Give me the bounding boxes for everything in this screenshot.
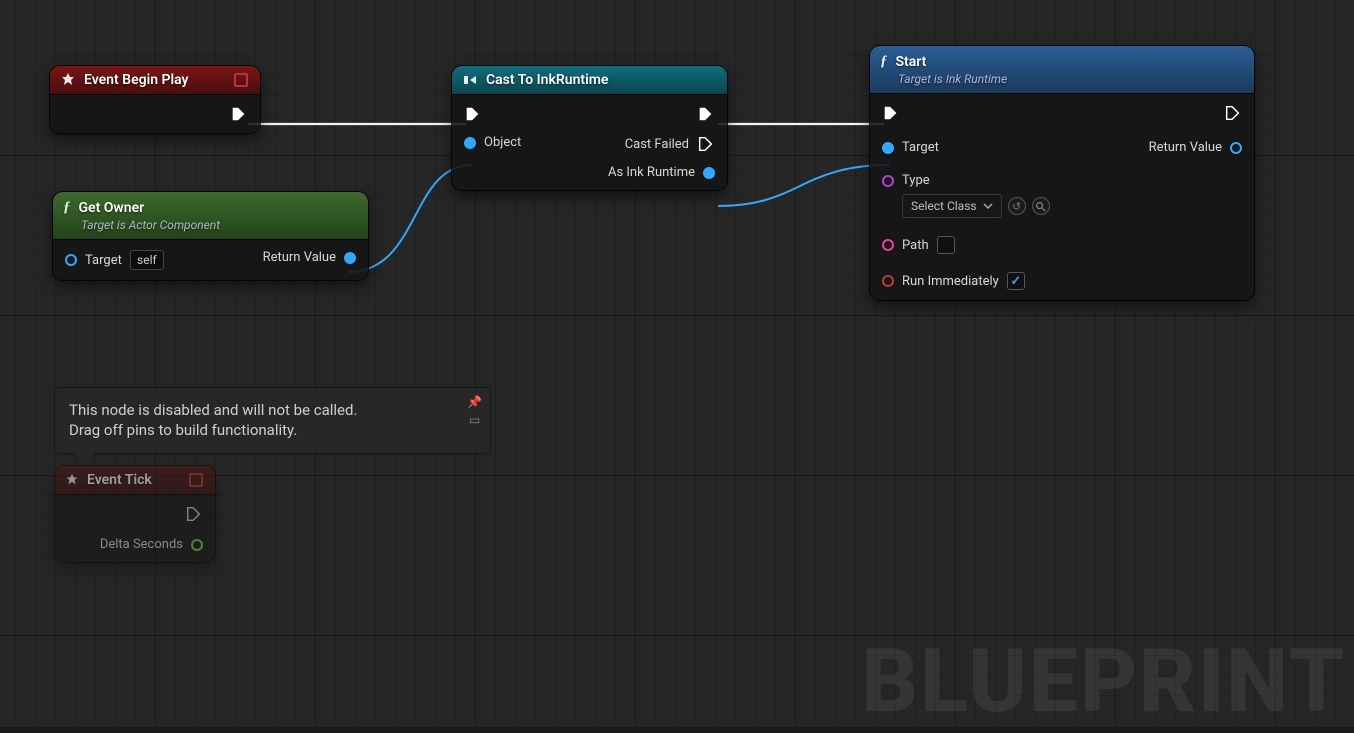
select-class-dropdown[interactable]: Select Class xyxy=(902,194,1002,218)
node-subtitle: Target is Ink Runtime xyxy=(898,72,1007,86)
pin-icon[interactable]: 📌 xyxy=(467,394,482,410)
node-title: Event Begin Play xyxy=(84,72,189,88)
pin-cast-failed[interactable]: Cast Failed xyxy=(625,135,715,153)
pin-target[interactable]: Target xyxy=(882,140,1050,155)
pin-type[interactable]: Type xyxy=(882,173,1050,188)
node-header: Event Tick xyxy=(55,466,215,495)
node-title: Start xyxy=(896,54,927,70)
path-input[interactable] xyxy=(937,236,955,254)
node-event-begin-play[interactable]: Event Begin Play xyxy=(50,66,260,133)
chevron-down-icon xyxy=(983,201,993,211)
node-header: ƒ Start Target is Ink Runtime xyxy=(870,46,1254,94)
pin-run-immediately[interactable]: Run Immediately xyxy=(882,272,1050,290)
delegate-pin[interactable] xyxy=(234,73,248,87)
disabled-tooltip: This node is disabled and will not be ca… xyxy=(55,388,490,453)
node-header: Cast To InkRuntime xyxy=(452,66,727,95)
exec-out-pin[interactable] xyxy=(1224,104,1242,122)
cast-icon xyxy=(462,72,478,88)
exec-out-pin[interactable] xyxy=(697,105,715,123)
run-immediately-checkbox[interactable] xyxy=(1007,272,1025,290)
node-get-owner[interactable]: ƒ Get Owner Target is Actor Component Ta… xyxy=(53,192,368,280)
blueprint-watermark: BLUEPRINT xyxy=(862,630,1346,733)
exec-out-pin[interactable] xyxy=(185,505,203,523)
pin-object[interactable]: Object xyxy=(464,135,521,150)
node-event-tick[interactable]: Event Tick Delta Seconds xyxy=(55,466,215,562)
search-icon xyxy=(1035,201,1046,212)
pin-target[interactable]: Target self xyxy=(65,250,164,270)
node-start[interactable]: ƒ Start Target is Ink Runtime Target Typ… xyxy=(870,46,1254,300)
node-title: Event Tick xyxy=(87,472,152,488)
pin-return-value[interactable]: Return Value xyxy=(1149,140,1242,155)
node-title: Cast To InkRuntime xyxy=(486,72,608,88)
node-header: ƒ Get Owner Target is Actor Component xyxy=(53,192,368,240)
node-subtitle: Target is Actor Component xyxy=(81,218,220,232)
delegate-pin[interactable] xyxy=(189,473,203,487)
reset-button[interactable]: ↺ xyxy=(1008,197,1026,215)
pin-path[interactable]: Path xyxy=(882,236,1050,254)
exec-in-pin[interactable] xyxy=(464,105,521,123)
node-cast-to-inkruntime[interactable]: Cast To InkRuntime Object Cast Failed As… xyxy=(452,66,727,190)
node-header: Event Begin Play xyxy=(50,66,260,95)
pin-as-ink-runtime[interactable]: As Ink Runtime xyxy=(608,165,715,180)
browse-button[interactable] xyxy=(1032,197,1050,215)
node-title: Get Owner xyxy=(79,200,145,216)
self-input[interactable]: self xyxy=(130,250,164,270)
exec-in-pin[interactable] xyxy=(882,104,1050,122)
event-icon xyxy=(65,473,79,487)
pin-return-value[interactable]: Return Value xyxy=(263,250,356,265)
pin-delta-seconds[interactable]: Delta Seconds xyxy=(100,537,203,552)
comment-icon[interactable]: ▭ xyxy=(469,412,480,428)
event-icon xyxy=(60,72,76,88)
exec-out-pin[interactable] xyxy=(230,105,248,123)
